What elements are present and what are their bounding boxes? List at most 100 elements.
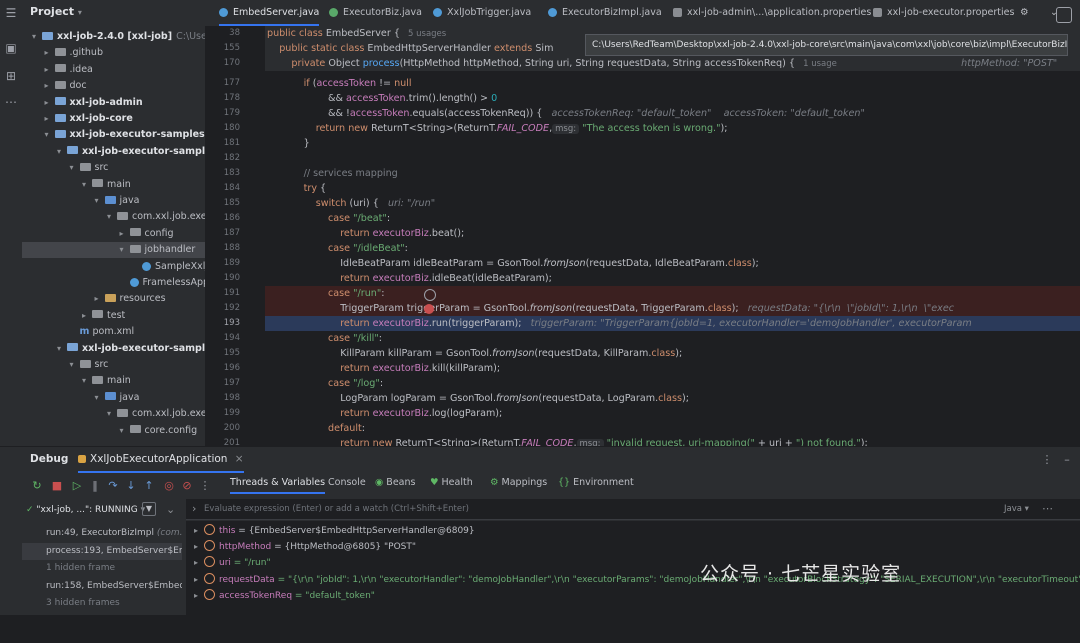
- chevron-down-icon[interactable]: ▾: [32, 29, 42, 45]
- tree-item[interactable]: ▾ main: [22, 177, 205, 193]
- code-line[interactable]: case "/beat":: [267, 211, 390, 226]
- chevron-right-icon[interactable]: ▸: [45, 45, 55, 61]
- debug-tab[interactable]: {} Environment: [558, 477, 634, 488]
- chevron-right-icon[interactable]: ▸: [194, 539, 204, 555]
- editor-tab[interactable]: XxlJobTrigger.java: [433, 0, 531, 26]
- tree-item[interactable]: ▾ src: [22, 160, 205, 176]
- code-line[interactable]: public static class EmbedHttpServerHandl…: [267, 41, 553, 56]
- code-line[interactable]: public class EmbedServer { 5 usages: [267, 26, 446, 41]
- chevron-down-icon[interactable]: ▾: [95, 193, 105, 209]
- code-line[interactable]: return executorBiz.idleBeat(idleBeatPara…: [267, 271, 552, 286]
- mute-breakpoints-icon[interactable]: ⊘: [180, 479, 194, 493]
- chevron-right-icon[interactable]: ▸: [82, 308, 92, 324]
- tree-item[interactable]: ▾ xxl-job-executor-sample-spri: [22, 341, 205, 357]
- chevron-right-icon[interactable]: ▸: [45, 111, 55, 127]
- tree-item[interactable]: ▸ test: [22, 308, 205, 324]
- tree-item[interactable]: ▾ main: [22, 373, 205, 389]
- tree-item[interactable]: m pom.xml: [22, 324, 205, 340]
- debug-tab[interactable]: ♥ Health: [430, 477, 473, 488]
- close-icon[interactable]: ×: [235, 453, 244, 465]
- code-line[interactable]: try {: [267, 181, 327, 196]
- tab-overflow-icon[interactable]: ⚙: [1020, 0, 1029, 26]
- tree-item[interactable]: ▾ java: [22, 193, 205, 209]
- filter-icon[interactable]: ▼: [142, 502, 156, 516]
- code-line[interactable]: }: [267, 136, 310, 151]
- code-line[interactable]: private Object process(HttpMethod httpMe…: [267, 56, 1057, 71]
- stack-frame[interactable]: process:193, EmbedServer$Embed: [22, 542, 182, 560]
- code-line[interactable]: IdleBeatParam idleBeatParam = GsonTool.f…: [267, 256, 759, 271]
- variable-row[interactable]: ▸ accessTokenReq = "default_token": [186, 588, 375, 604]
- chevron-right-icon[interactable]: ▸: [95, 291, 105, 307]
- usages-hint[interactable]: 1 usage: [795, 59, 837, 69]
- editor-tab[interactable]: xxl-job-admin\...\application.properties: [673, 0, 871, 26]
- language-selector[interactable]: Java ▾: [1004, 504, 1029, 514]
- usages-hint[interactable]: 5 usages: [400, 29, 446, 39]
- chevron-down-icon[interactable]: ▾: [70, 160, 80, 176]
- code-line[interactable]: return new ReturnT<String>(ReturnT.FAIL_…: [267, 121, 728, 136]
- chevron-right-icon[interactable]: ▸: [194, 572, 204, 588]
- view-breakpoints-icon[interactable]: ◎: [162, 479, 176, 493]
- code-line[interactable]: && accessToken.trim().length() > 0: [267, 91, 497, 106]
- stop-icon[interactable]: ■: [50, 479, 64, 493]
- chevron-down-icon[interactable]: ▾: [107, 209, 117, 225]
- editor-tab[interactable]: ExecutorBiz.java: [329, 0, 422, 26]
- code-line[interactable]: return executorBiz.beat();: [267, 226, 464, 241]
- code-editor[interactable]: 38 155 170 177 178 179 180 181 182 183 184 185 186 18…: [205, 26, 1080, 446]
- tree-item[interactable]: ▸ config: [22, 226, 205, 242]
- tree-item[interactable]: ▾ xxl-job-executor-samples: [22, 127, 205, 143]
- code-line[interactable]: case "/run":: [267, 286, 385, 301]
- variable-row[interactable]: ▸ httpMethod = {HttpMethod@6805} "POST": [186, 539, 416, 555]
- step-over-icon[interactable]: ↷: [106, 479, 120, 493]
- tree-item[interactable]: ▾ xxl-job-2.4.0 [xxl-job]C:\Users\Red: [22, 29, 205, 45]
- code-line[interactable]: case "/log":: [267, 376, 383, 391]
- project-tool-icon[interactable]: ▣: [3, 40, 19, 56]
- tree-item[interactable]: FramelessApp: [22, 275, 205, 291]
- tree-item[interactable]: ▸ .github: [22, 45, 205, 61]
- chevron-down-icon[interactable]: ▾: [82, 177, 92, 193]
- variable-row[interactable]: ▸ this = {EmbedServer$EmbedHttpServerHand…: [186, 523, 475, 539]
- tree-item[interactable]: ▾ jobhandler: [22, 242, 205, 259]
- tree-item[interactable]: ▾ com.xxl.job.execu: [22, 406, 205, 422]
- code-line[interactable]: return new ReturnT<String>(ReturnT.FAIL_…: [267, 436, 868, 446]
- stack-frame[interactable]: 1 hidden frame: [22, 560, 182, 577]
- chevron-down-icon[interactable]: ▾: [107, 406, 117, 422]
- muted-breakpoint-icon[interactable]: [424, 289, 436, 301]
- code-line[interactable]: TriggerParam triggerParam = GsonTool.fro…: [267, 301, 954, 316]
- tree-item[interactable]: ▸ resources: [22, 291, 205, 307]
- debug-tab[interactable]: ⚙ Mappings: [490, 477, 547, 488]
- chevron-right-icon[interactable]: ▸: [45, 62, 55, 78]
- tree-item[interactable]: ▾ xxl-job-executor-sample-fra: [22, 144, 205, 160]
- tree-item[interactable]: ▾ com.xxl.job.execu: [22, 209, 205, 225]
- tree-item[interactable]: ▸ xxl-job-core: [22, 111, 205, 127]
- chevron-down-icon[interactable]: ▾: [120, 423, 130, 439]
- stack-frame[interactable]: 3 hidden frames: [22, 595, 182, 612]
- more-options-icon[interactable]: ⋮: [1040, 453, 1054, 467]
- code-line[interactable]: switch (uri) { uri: "/run": [267, 196, 435, 211]
- step-into-icon[interactable]: ↓: [124, 479, 138, 493]
- code-line[interactable]: KillParam killParam = GsonTool.fromJson(…: [267, 346, 682, 361]
- pause-icon[interactable]: ‖: [88, 479, 102, 493]
- chevron-right-icon[interactable]: ▸: [45, 78, 55, 94]
- tree-item[interactable]: ▸ .idea: [22, 62, 205, 78]
- chevron-down-icon[interactable]: ▾: [57, 144, 67, 160]
- code-line[interactable]: return executorBiz.run(triggerParam); tr…: [267, 316, 972, 331]
- editor-gutter[interactable]: 38 155 170 177 178 179 180 181 182 183 184 185 186 18…: [205, 26, 265, 446]
- editor-tab[interactable]: EmbedServer.java: [219, 0, 320, 26]
- chevron-right-icon[interactable]: ▸: [194, 588, 204, 604]
- debug-session-tab[interactable]: XxlJobExecutorApplication ×: [78, 453, 244, 473]
- editor-tab[interactable]: xxl-job-executor.properties: [873, 0, 1014, 26]
- project-panel-title[interactable]: Project ▾: [22, 0, 205, 24]
- chevron-right-icon[interactable]: ▸: [120, 226, 130, 242]
- tree-item[interactable]: ▾ src: [22, 357, 205, 373]
- code-line[interactable]: case "/kill":: [267, 331, 382, 346]
- chevron-down-icon[interactable]: ▾: [82, 373, 92, 389]
- minimize-icon[interactable]: –: [1060, 453, 1074, 467]
- evaluate-input[interactable]: Evaluate expression (Enter) or add a wat…: [204, 504, 469, 514]
- chevron-down-icon[interactable]: ▾: [120, 242, 130, 258]
- chevron-down-icon[interactable]: ▾: [70, 357, 80, 373]
- more-toolbar-icon[interactable]: ⋮: [198, 479, 212, 493]
- step-out-icon[interactable]: ↑: [142, 479, 156, 493]
- thread-selector[interactable]: ✓ "xxl-job, ...": RUNNING ▾: [26, 503, 161, 517]
- breakpoint-icon[interactable]: [424, 304, 434, 314]
- tree-item[interactable]: SampleXxlJ: [22, 259, 205, 275]
